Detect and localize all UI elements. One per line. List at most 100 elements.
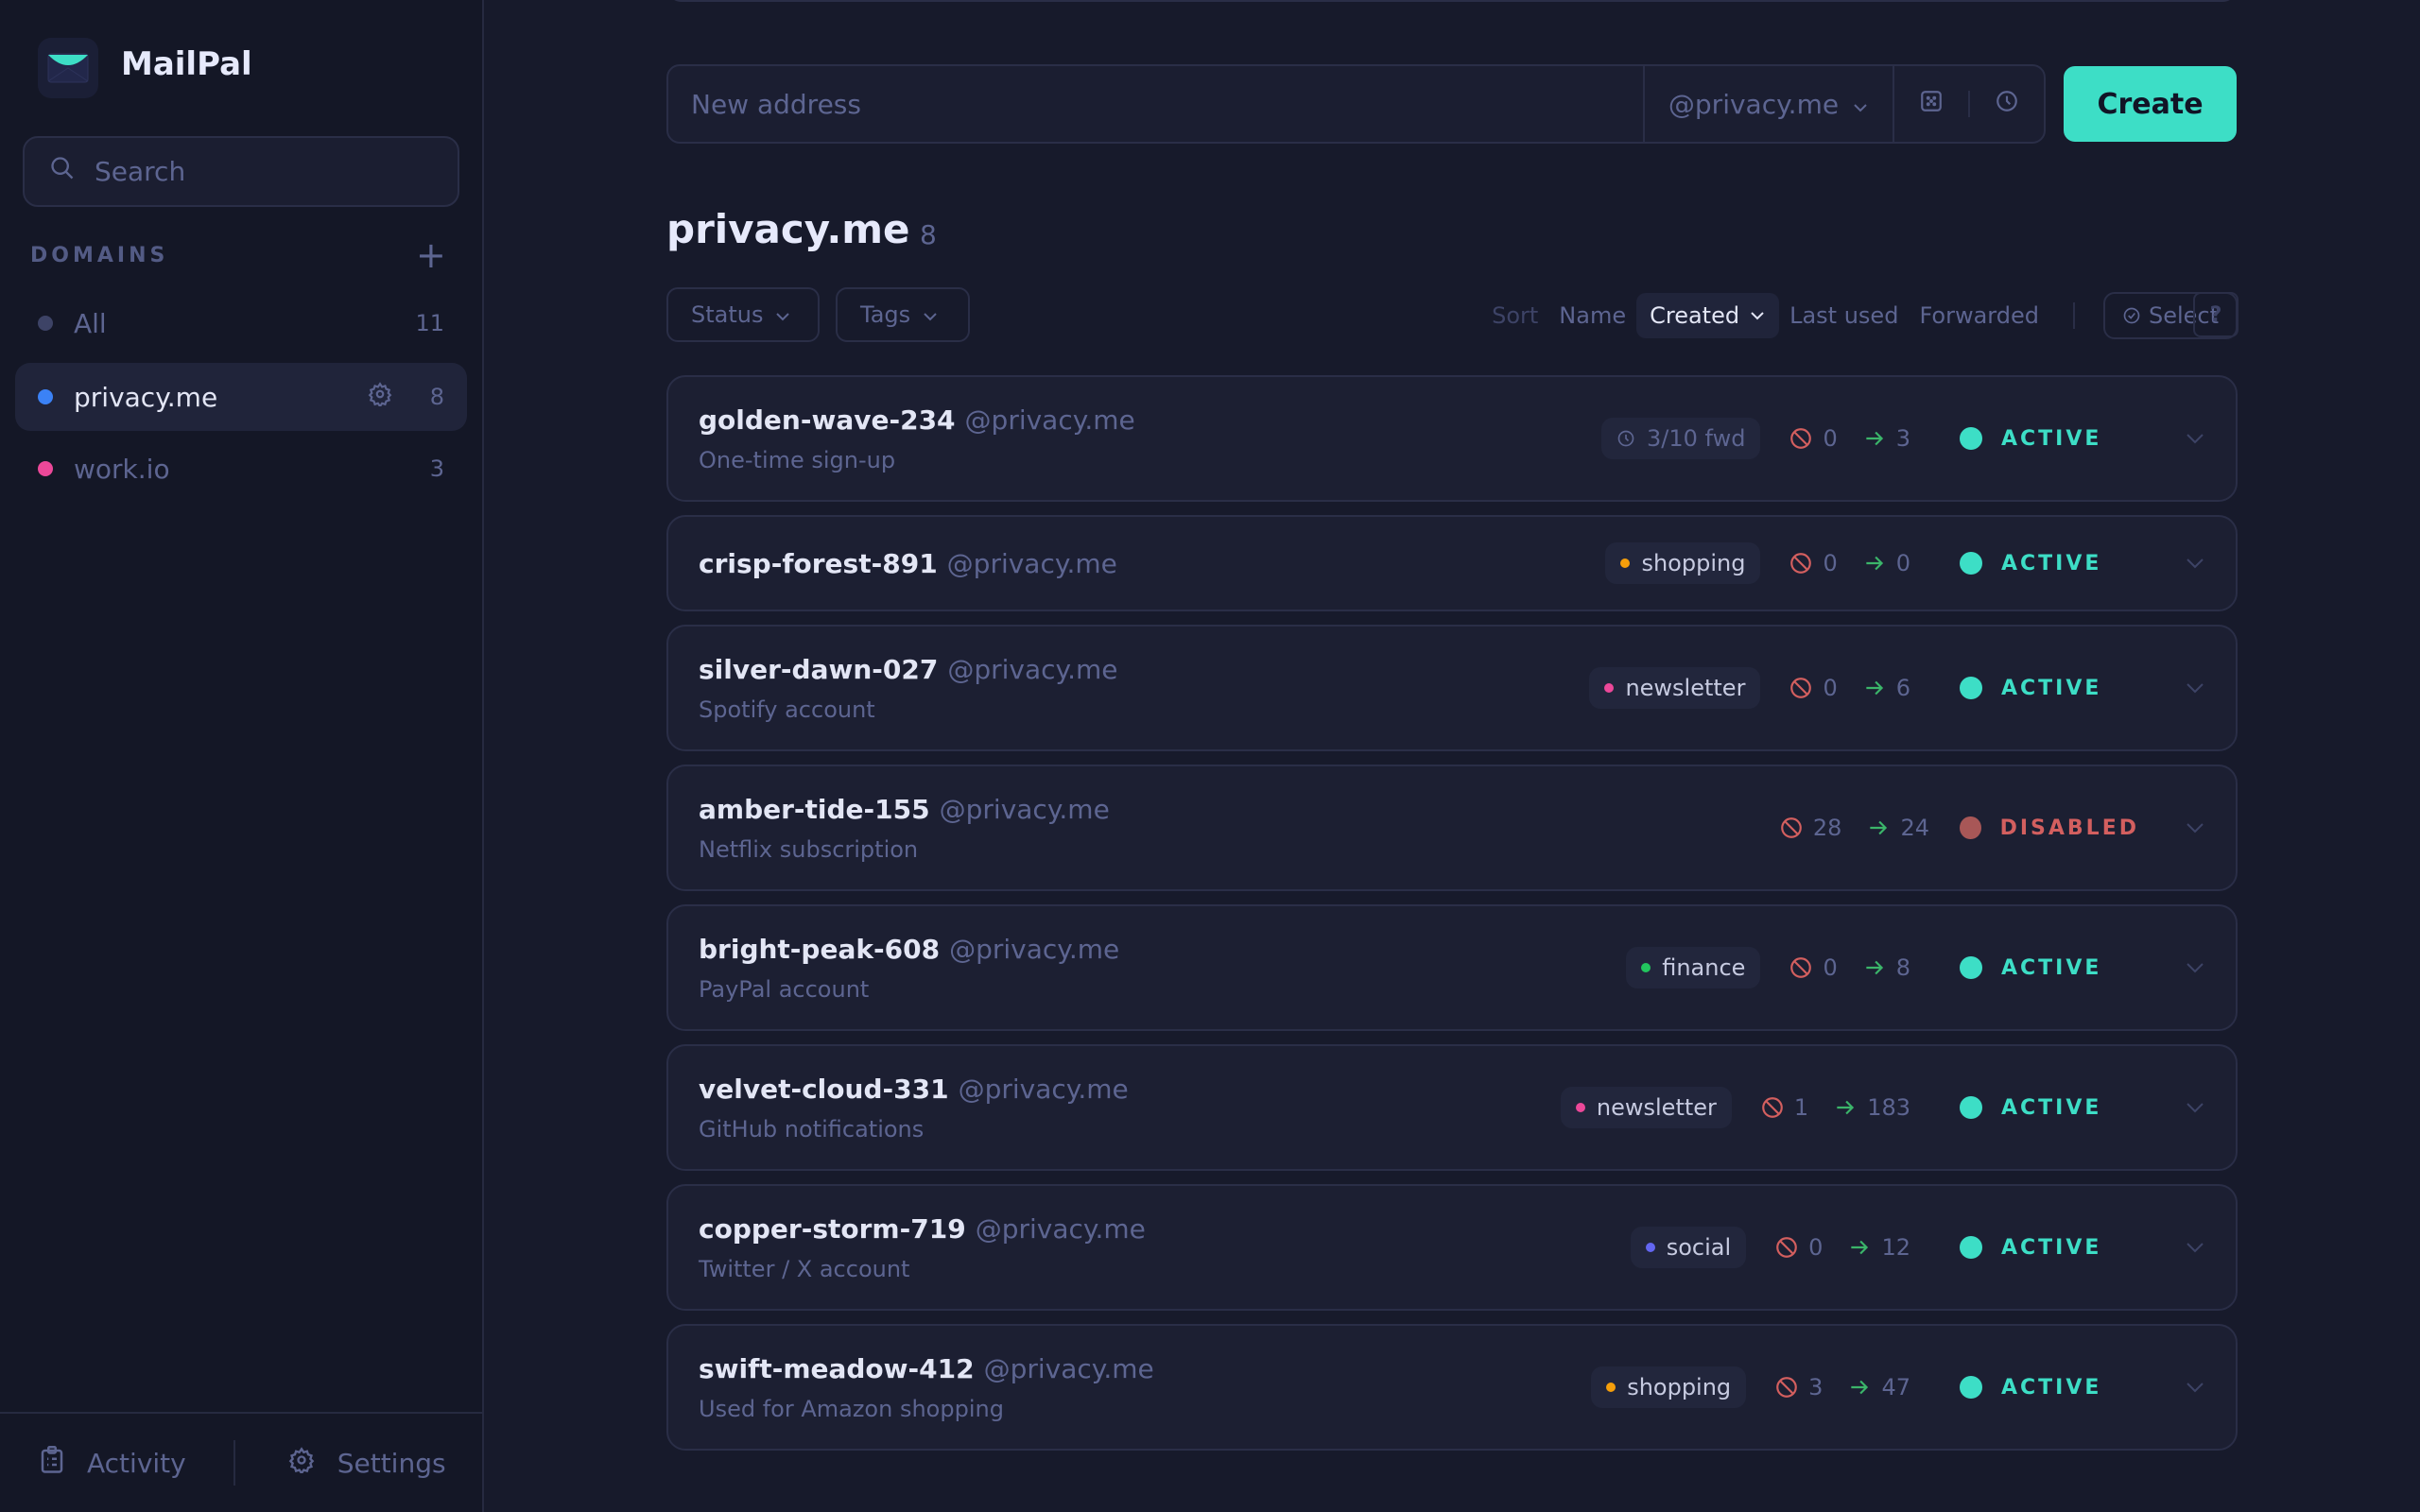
status-toggle[interactable]: ACTIVE: [1960, 427, 2139, 451]
arrow-right-icon: [1862, 426, 1887, 451]
forwarded-count: 183: [1867, 1094, 1910, 1121]
sidebar-item-domain[interactable]: work.io3: [15, 435, 467, 503]
tag-badge: social: [1631, 1227, 1746, 1268]
forwarded-count: 12: [1881, 1234, 1910, 1261]
alias-domain: @privacy.me: [947, 548, 1117, 579]
status-toggle[interactable]: ACTIVE: [1960, 956, 2139, 980]
expand-button[interactable]: [2139, 681, 2205, 695]
alias-domain: @privacy.me: [940, 794, 1110, 825]
status-label: ACTIVE: [2001, 552, 2101, 576]
expand-button[interactable]: [2139, 1381, 2205, 1394]
status-filter-label: Status: [691, 301, 763, 328]
arrow-right-icon: [1862, 551, 1887, 576]
alias-row[interactable]: silver-dawn-027@privacy.meSpotify accoun…: [666, 625, 2238, 751]
dice-icon: [1919, 89, 1944, 120]
chevron-down-icon: [1749, 310, 1766, 321]
alias-row[interactable]: swift-meadow-412@privacy.meUsed for Amaz…: [666, 1324, 2238, 1451]
sort-last-used[interactable]: Last used: [1779, 302, 1909, 329]
chevron-down-icon: [2185, 821, 2205, 834]
divider: [233, 1440, 235, 1486]
status-dot: [1960, 552, 1982, 575]
expand-button[interactable]: [2139, 1101, 2205, 1114]
blocked-icon: [1789, 426, 1813, 451]
status-toggle[interactable]: ACTIVE: [1960, 552, 2139, 576]
alias-domain: @privacy.me: [984, 1353, 1154, 1384]
tag-dot: [1620, 558, 1630, 568]
alias-row[interactable]: bright-peak-608@privacy.mePayPal account…: [666, 904, 2238, 1031]
domain-color-dot: [38, 316, 53, 331]
domain-color-dot: [38, 389, 53, 404]
alias-row[interactable]: amber-tide-155@privacy.meNetflix subscri…: [666, 765, 2238, 891]
expand-button[interactable]: [2139, 557, 2205, 570]
blocked-icon: [1779, 816, 1804, 840]
expand-button[interactable]: [2139, 821, 2205, 834]
chevron-down-icon: [2185, 432, 2205, 445]
blocked-count: 1: [1794, 1094, 1808, 1121]
tag-badge: newsletter: [1561, 1087, 1732, 1128]
arrow-right-icon: [1866, 816, 1891, 840]
sort-forwarded[interactable]: Forwarded: [1909, 302, 2049, 329]
sort-created[interactable]: Created: [1636, 293, 1779, 338]
alias-name: golden-wave-234: [699, 404, 956, 436]
activity-label: Activity: [87, 1448, 186, 1479]
alias-count: 8: [920, 219, 937, 250]
status-toggle[interactable]: DISABLED: [1960, 816, 2139, 840]
sidebar-item-domain[interactable]: privacy.me8: [15, 363, 467, 431]
status-label: ACTIVE: [2001, 1236, 2101, 1260]
clock-icon: [1616, 429, 1635, 448]
quota-text: 3/10 fwd: [1647, 425, 1745, 452]
gear-icon[interactable]: [368, 382, 392, 413]
expand-button[interactable]: [2139, 432, 2205, 445]
status-toggle[interactable]: ACTIVE: [1960, 1376, 2139, 1400]
quota-badge: 3/10 fwd: [1601, 418, 1760, 459]
tag-badge: shopping: [1605, 542, 1760, 584]
tag-label: newsletter: [1597, 1094, 1717, 1121]
random-dice-button[interactable]: [1894, 89, 1968, 120]
status-label: ACTIVE: [2001, 956, 2101, 980]
activity-button[interactable]: Activity: [0, 1446, 186, 1481]
status-filter[interactable]: Status: [666, 287, 820, 342]
chevron-down-icon: [2185, 1381, 2205, 1394]
expiry-button[interactable]: [1970, 89, 2044, 120]
blocked-icon: [1789, 955, 1813, 980]
status-dot: [1960, 956, 1982, 979]
alias-name: velvet-cloud-331: [699, 1074, 949, 1105]
domain-select[interactable]: @privacy.me: [1643, 66, 1894, 142]
blocked-icon: [1774, 1375, 1799, 1400]
alias-row[interactable]: copper-storm-719@privacy.meTwitter / X a…: [666, 1184, 2238, 1311]
tags-filter[interactable]: Tags: [836, 287, 970, 342]
new-address-input[interactable]: New address: [668, 89, 1643, 120]
add-domain-button[interactable]: +: [416, 234, 446, 276]
tag-badge: finance: [1626, 947, 1760, 988]
alias-domain: @privacy.me: [947, 654, 1117, 685]
previous-panel-edge: [666, 0, 2238, 2]
status-toggle[interactable]: ACTIVE: [1960, 1236, 2139, 1260]
alias-row[interactable]: velvet-cloud-331@privacy.meGitHub notifi…: [666, 1044, 2238, 1171]
alias-note: One-time sign-up: [699, 447, 1601, 473]
expand-button[interactable]: [2139, 1241, 2205, 1254]
blocked-icon: [1789, 676, 1813, 700]
sort-bar: Sort Name Created Last used Forwarded Se…: [1481, 289, 2238, 342]
sidebar-item-domain[interactable]: All11: [15, 289, 467, 357]
status-label: DISABLED: [2000, 816, 2139, 840]
status-toggle[interactable]: ACTIVE: [1960, 1096, 2139, 1120]
alias-row[interactable]: golden-wave-234@privacy.meOne-time sign-…: [666, 375, 2238, 502]
settings-button[interactable]: Settings: [288, 1447, 446, 1480]
search-input[interactable]: Search: [23, 136, 459, 207]
tag-badge: newsletter: [1589, 667, 1760, 709]
alias-domain: @privacy.me: [976, 1213, 1146, 1245]
arrow-right-icon: [1847, 1375, 1872, 1400]
forwarded-count: 47: [1881, 1374, 1910, 1400]
create-button[interactable]: Create: [2064, 66, 2237, 142]
alias-domain: @privacy.me: [949, 934, 1119, 965]
domain-color-dot: [38, 461, 53, 476]
alias-name: silver-dawn-027: [699, 654, 938, 685]
status-dot: [1960, 1096, 1982, 1119]
alias-row[interactable]: crisp-forest-891@privacy.meshopping00ACT…: [666, 515, 2238, 611]
status-toggle[interactable]: ACTIVE: [1960, 677, 2139, 700]
sort-name[interactable]: Name: [1548, 302, 1636, 329]
arrow-right-icon: [1847, 1235, 1872, 1260]
expand-button[interactable]: [2139, 961, 2205, 974]
tag-dot: [1646, 1243, 1655, 1252]
help-button[interactable]: ?: [2193, 292, 2238, 337]
